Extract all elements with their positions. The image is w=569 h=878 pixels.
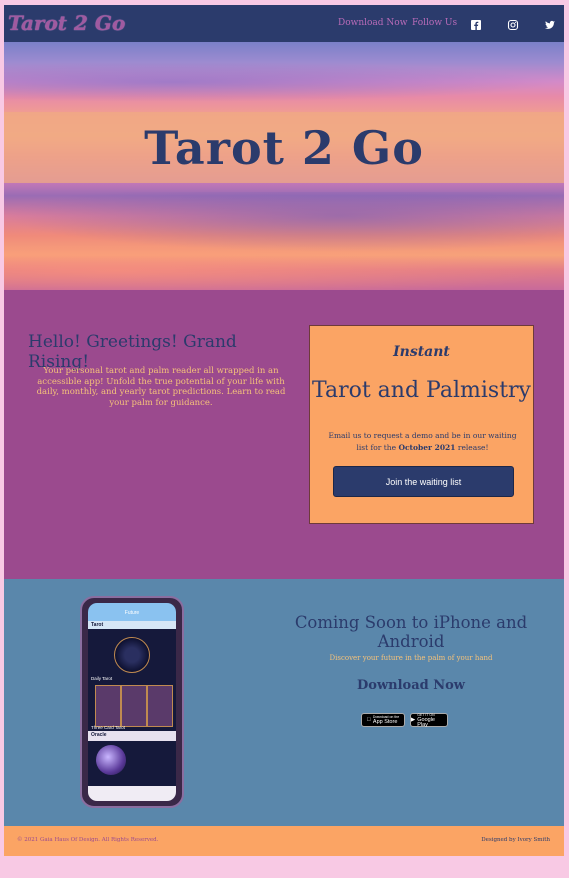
designer-credit: Designed by Ivory Smith (481, 837, 550, 843)
tarot-wheel-image (114, 637, 150, 673)
phone-tab: Tarot (88, 621, 176, 629)
crystal-ball-image (96, 745, 126, 775)
intro-section: Hello! Greetings! Grand Rising! Your per… (4, 290, 564, 579)
footer: © 2021 Gaia Haus Of Design. All Rights R… (4, 826, 564, 856)
card-text: Email us to request a demo and be in our… (328, 430, 517, 454)
apple-icon:  (367, 717, 371, 723)
download-heading: Download Now (357, 678, 465, 693)
waitlist-card: Instant Tarot and Palmistry Email us to … (309, 325, 534, 524)
intro-text: Your personal tarot and palm reader all … (36, 366, 286, 408)
phone-tab-bar (88, 786, 176, 801)
instagram-icon[interactable] (507, 16, 519, 31)
play-icon: ▶ (411, 717, 416, 723)
nav-link-download[interactable]: Download Now (338, 18, 407, 28)
app-section: Future Tarot Daily Tarot Three Card Taro… (4, 579, 564, 826)
phone-mockup: Future Tarot Daily Tarot Three Card Taro… (80, 596, 184, 808)
tarot-card (121, 685, 147, 727)
app-store-text: Download on the App Store (373, 715, 399, 725)
app-store-label: App Store (370, 719, 397, 725)
phone-tab: Oracle (88, 731, 176, 741)
hero-title: Tarot 2 Go (144, 120, 424, 175)
hero-cloud (4, 242, 564, 290)
phone-section-label: Oracle (91, 732, 107, 738)
facebook-icon[interactable] (470, 16, 482, 30)
phone-section-label: Daily Tarot (91, 676, 113, 681)
phone-screen: Future Tarot Daily Tarot Three Card Taro… (88, 603, 176, 801)
card-title: Tarot and Palmistry (312, 378, 531, 403)
google-play-badge[interactable]: ▶ GET IT ON Google Play (410, 713, 448, 727)
app-store-badge[interactable]:  Download on the App Store (361, 713, 405, 727)
coming-soon-heading: Coming Soon to iPhone and Android (294, 613, 528, 651)
release-date: October 2021 (398, 443, 456, 452)
phone-header-bar: Future (88, 603, 176, 621)
card-kicker: Instant (393, 344, 450, 360)
card-text-after: release! (455, 443, 489, 452)
phone-section-label: Tarot (91, 622, 104, 628)
phone-section-label: Three Card Tarot (91, 725, 125, 730)
copyright-text: © 2021 Gaia Haus Of Design. All Rights R… (17, 837, 159, 843)
join-waitlist-button[interactable]: Join the waiting list (333, 466, 514, 497)
site-logo[interactable]: Tarot 2 Go (8, 11, 125, 35)
google-play-label: Google Play (417, 716, 435, 728)
nav-link-follow[interactable]: Follow Us (412, 18, 457, 28)
hero-banner: Tarot 2 Go (4, 42, 564, 290)
google-play-text: GET IT ON Google Play (417, 713, 447, 728)
hero-cloud (4, 62, 564, 102)
tarot-card (95, 685, 121, 727)
app-subtitle: Discover your future in the palm of your… (329, 654, 493, 662)
twitter-icon[interactable] (544, 16, 556, 29)
tarot-card (147, 685, 173, 727)
navbar: Tarot 2 Go Download Now Follow Us (4, 5, 564, 42)
page-frame: Tarot 2 Go Download Now Follow Us Tarot … (4, 5, 564, 856)
phone-header-label: Future (124, 610, 140, 616)
